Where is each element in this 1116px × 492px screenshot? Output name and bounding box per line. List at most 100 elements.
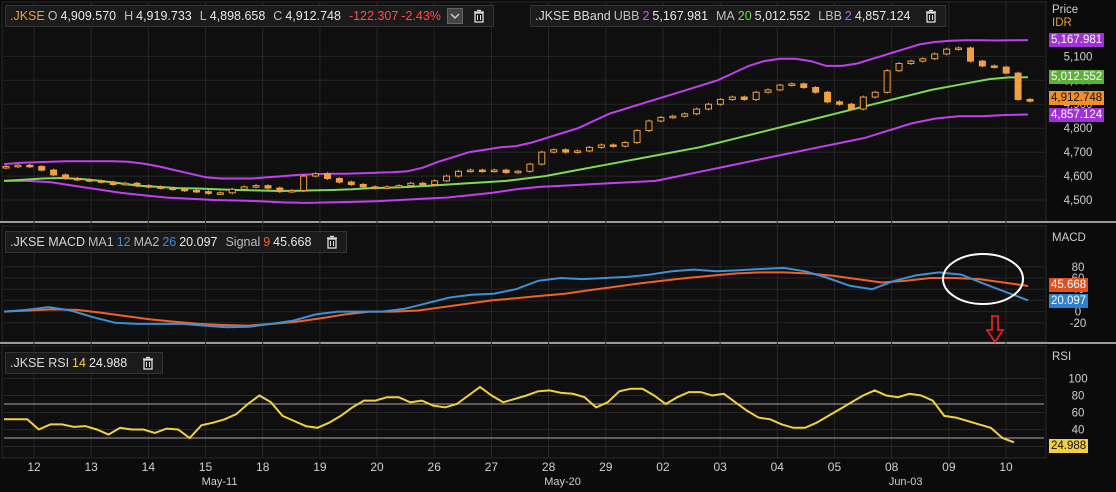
x-tick-label: 13 (84, 460, 98, 474)
price-y-tick: 4,800 (1064, 123, 1093, 135)
high-label: H (124, 9, 134, 23)
low-value: 4,898.658 (209, 9, 266, 23)
open-label: O (47, 9, 58, 23)
trash-icon[interactable] (472, 9, 486, 23)
ubb-label: UBB (613, 9, 640, 23)
candle-body (169, 187, 177, 191)
lbb-period: 2 (844, 9, 852, 23)
trash-icon[interactable] (325, 235, 339, 249)
ubb-value: 5,167.981 (652, 9, 709, 23)
ma-label: MA (716, 9, 735, 23)
rsi-value: 24.988 (88, 356, 128, 370)
ma1-period: 12 (116, 235, 131, 249)
candle-body (1002, 66, 1010, 74)
x-tick-label: 20 (370, 460, 384, 474)
candle-body (669, 115, 677, 119)
macd-y-tick: 0 (1075, 307, 1081, 319)
candle-body (633, 130, 641, 144)
rsi-y-tick: 60 (1072, 408, 1085, 420)
x-tick-label: 15 (199, 460, 213, 474)
candle-body (204, 191, 212, 194)
candle-body (335, 177, 343, 183)
candle-body (693, 108, 701, 115)
macd-legend: .JKSE MACD MA1 12 MA2 26 20.097 Signal 9 45… (5, 231, 348, 253)
bband-legend: .JKSE BBand UBB 2 5,167.981 MA 20 5,012.552 … (530, 5, 947, 27)
candle-body (966, 47, 974, 62)
candle-body (919, 58, 927, 62)
high-value: 4,919.733 (136, 9, 192, 23)
x-tick-label: 12 (27, 460, 41, 474)
candle-body (752, 91, 760, 100)
currency-axis-title: IDR (1052, 17, 1072, 29)
chevron-down-icon[interactable] (446, 8, 463, 24)
candle-body (288, 189, 296, 193)
macd-y-tick: -20 (1070, 318, 1087, 330)
change-value: -122.307 (348, 9, 399, 23)
candle-body (597, 144, 605, 148)
candle-body (943, 48, 951, 55)
candle-body (705, 103, 713, 110)
bband-symbol: .JKSE BBand (535, 9, 611, 23)
price-y-tick: 4,500 (1064, 195, 1093, 207)
candle-body (990, 65, 998, 68)
rsi-period: 14 (72, 356, 86, 370)
candle-body (181, 188, 189, 192)
candle-body (395, 185, 403, 188)
candle-body (407, 182, 415, 187)
x-tick-label: 10 (999, 460, 1013, 474)
candle-body (300, 175, 308, 191)
candle-body (62, 174, 70, 179)
ma2-label: MA2 (133, 235, 160, 249)
x-tick-label: 29 (599, 460, 613, 474)
close-label: C (273, 9, 283, 23)
trash-icon[interactable] (141, 356, 155, 370)
x-tick-label: 05 (828, 460, 842, 474)
price-y-tick: 5,100 (1064, 51, 1093, 63)
macd-axis-title: MACD (1052, 232, 1086, 244)
candle-body (264, 185, 272, 189)
rsi-symbol: .JKSE RSI (10, 356, 70, 370)
lbb-value: 4,857.124 (854, 9, 911, 23)
x-tick-label: 04 (771, 460, 785, 474)
trash-icon[interactable] (924, 9, 938, 23)
candle-body (490, 169, 498, 173)
candle-body (145, 185, 153, 188)
rsi-y-tick: 80 (1072, 391, 1085, 403)
x-tick-label: 26 (428, 460, 442, 474)
ubb-tag: 5,167.981 (1049, 33, 1105, 47)
month-label: May-20 (544, 476, 581, 488)
candle-body (216, 192, 224, 195)
close-tag: 4,912.748 (1049, 91, 1105, 105)
signal-label: Signal (225, 235, 261, 249)
candle-body (466, 169, 474, 173)
x-tick-label: 09 (942, 460, 956, 474)
candle-body (443, 175, 451, 182)
candle-body (121, 182, 129, 186)
candle-body (1014, 72, 1022, 100)
x-tick-label: 08 (885, 460, 899, 474)
month-label: May-11 (202, 476, 238, 488)
low-label: L (199, 9, 207, 23)
candle-body (50, 169, 58, 176)
candle-body (764, 89, 772, 93)
candle-body (776, 84, 784, 91)
rsi-tag: 24.988 (1049, 439, 1089, 453)
candle-body (133, 182, 141, 187)
candle-body (824, 91, 832, 103)
candle-body (847, 103, 855, 110)
candle-body (38, 166, 46, 171)
rsi-axis-title: RSI (1052, 351, 1072, 363)
x-tick-label: 03 (713, 460, 727, 474)
candle-body (26, 164, 34, 168)
candle-body (728, 96, 736, 100)
candle-body (240, 186, 248, 190)
open-value: 4,909.570 (60, 9, 117, 23)
candle-body (383, 186, 391, 189)
candle-body (681, 113, 689, 117)
rsi-y-tick: 100 (1068, 374, 1087, 386)
macd-symbol: .JKSE MACD (10, 235, 86, 249)
signal-period: 9 (263, 235, 271, 249)
change-pct-value: -2.43% (401, 9, 441, 23)
ma-period: 20 (737, 9, 752, 23)
candle-body (538, 151, 546, 165)
